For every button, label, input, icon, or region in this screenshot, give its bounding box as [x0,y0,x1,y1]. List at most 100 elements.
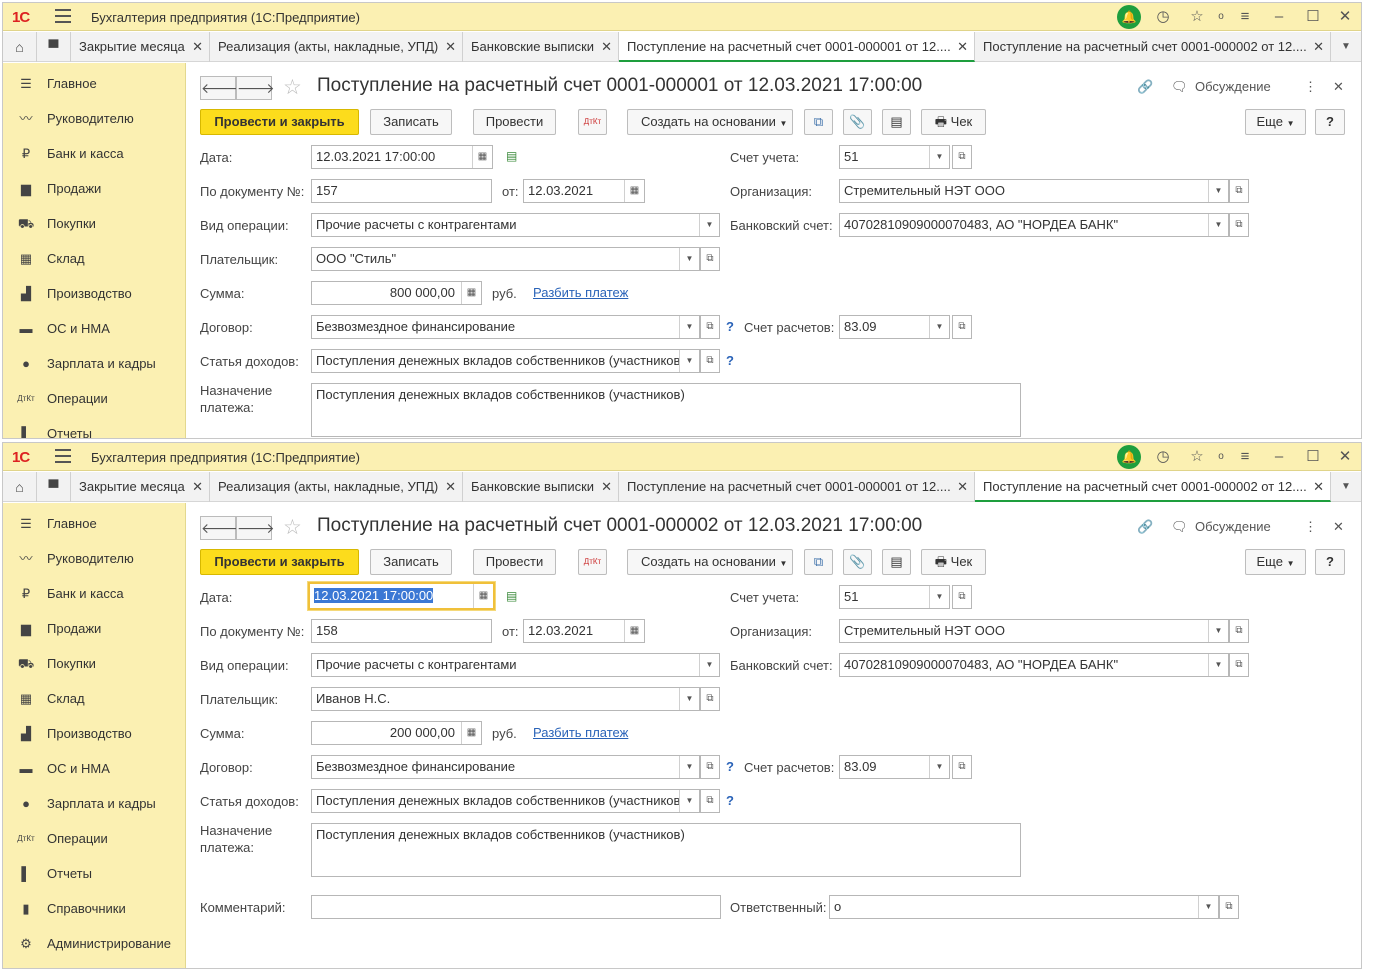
sidebar-item-production[interactable]: ▟ Производство [3,716,186,751]
menu-icon[interactable] [55,9,71,23]
close-icon[interactable]: ✕ [445,32,456,62]
open-icon[interactable]: ⧉ [952,315,972,339]
forward-arrow-icon[interactable]: 🡒 [236,76,275,100]
doc-date-field[interactable]: 12.03.2021 ▦ [523,179,645,203]
calendar-icon[interactable]: ▦ [624,180,644,202]
account-field[interactable]: 51 ▼ [839,585,950,609]
sidebar-item-admin[interactable]: ⚙ Администрирование [3,926,186,961]
sidebar-item-salary[interactable]: ● Зарплата и кадры [3,346,186,381]
tab-bank-statements[interactable]: Банковские выписки ✕ [463,472,619,502]
more-menu-icon[interactable]: ⋮ [1304,519,1317,535]
chat-icon[interactable]: ▀ [37,472,71,502]
doc-no-field[interactable]: 157 [311,179,492,203]
close-icon[interactable]: ✕ [445,472,456,502]
tab-sales[interactable]: Реализация (акты, накладные, УПД) ✕ [210,32,463,62]
history-edit-icon[interactable]: ▤ [506,149,517,163]
open-icon[interactable]: ⧉ [952,145,972,169]
create-based-on-button[interactable]: Создать на основании ▼ [627,549,793,575]
tab-bank-statements[interactable]: Банковские выписки ✕ [463,32,619,62]
maximize-icon[interactable]: ☐ [1303,447,1323,467]
more-menu-icon[interactable]: ⋮ [1304,79,1317,95]
calendar-icon[interactable]: ▦ [472,146,492,168]
settle-account-field[interactable]: 83.09 ▼ [839,755,950,779]
payer-field[interactable]: ООО "Стиль" ▼ [311,247,700,271]
tab-closing[interactable]: Закрытие месяца ✕ [71,32,210,62]
sidebar-item-operations[interactable]: ДтКт Операции [3,821,186,856]
bank-account-field[interactable]: 40702810909000070483, АО "НОРДЕА БАНК" ▼ [839,213,1229,237]
chevron-down-icon[interactable]: ▼ [929,316,949,338]
doc-no-field[interactable]: 158 [311,619,492,643]
chevron-down-icon[interactable]: ▼ [679,316,699,338]
open-icon[interactable]: ⧉ [1229,653,1249,677]
create-based-on-button[interactable]: Создать на основании ▼ [627,109,793,135]
op-type-select[interactable]: Прочие расчеты с контрагентами ▼ [311,213,720,237]
open-icon[interactable]: ⧉ [700,349,720,373]
maximize-icon[interactable]: ☐ [1303,7,1323,27]
settings-lines-icon[interactable]: ≡ [1235,7,1255,27]
chevron-down-icon[interactable]: ▼ [929,586,949,608]
dot-icon[interactable]: o [1211,447,1231,467]
sidebar-item-directories[interactable]: ▮ Справочники [3,891,186,926]
discussion-link[interactable]: Обсуждение [1195,519,1271,534]
sidebar-item-assets[interactable]: ▬ ОС и НМА [3,751,186,786]
post-button[interactable]: Провести [473,549,556,575]
attachment-icon[interactable]: 📎 [843,549,872,575]
save-button[interactable]: Записать [370,549,452,575]
purpose-textarea[interactable]: Поступления денежных вкладов собственник… [311,383,1021,437]
chevron-down-icon[interactable]: ▼ [1208,214,1228,236]
more-button[interactable]: Еще ▼ [1245,549,1306,575]
history-icon[interactable]: ◷ [1153,7,1173,27]
open-icon[interactable]: ⧉ [1229,179,1249,203]
sidebar-item-manager[interactable]: 〰 Руководителю [3,541,186,576]
chevron-down-icon[interactable]: ▼ [1208,180,1228,202]
help-button[interactable]: ? [1315,109,1345,135]
purpose-textarea[interactable]: Поступления денежных вкладов собственник… [311,823,1021,877]
org-field[interactable]: Стремительный НЭТ ООО ▼ [839,619,1229,643]
discussion-link[interactable]: Обсуждение [1195,79,1271,94]
settings-lines-icon[interactable]: ≡ [1235,447,1255,467]
responsible-field[interactable]: о ▼ [829,895,1219,919]
history-edit-icon[interactable]: ▤ [506,589,517,603]
sidebar-item-warehouse[interactable]: ▦ Склад [3,681,186,716]
calculator-icon[interactable]: ▦ [461,282,481,304]
chevron-down-icon[interactable]: ▼ [679,756,699,778]
tab-closing[interactable]: Закрытие месяца ✕ [71,472,210,502]
open-icon[interactable]: ⧉ [700,789,720,813]
favorite-star-icon[interactable]: ☆ [283,515,302,540]
settle-account-field[interactable]: 83.09 ▼ [839,315,950,339]
sidebar-item-manager[interactable]: 〰 Руководителю [3,101,186,136]
split-payment-link[interactable]: Разбить платеж [533,285,628,300]
close-icon[interactable]: ✕ [1313,32,1324,62]
back-arrow-icon[interactable]: 🡐 [200,76,239,100]
sidebar-item-salary[interactable]: ● Зарплата и кадры [3,786,186,821]
star-icon[interactable]: ☆ [1187,447,1207,467]
sidebar-item-purchases[interactable]: ⛟ Покупки [3,646,186,681]
chevron-down-icon[interactable]: ▼ [1208,620,1228,642]
close-form-icon[interactable]: ✕ [1333,79,1344,95]
open-icon[interactable]: ⧉ [952,585,972,609]
contract-field[interactable]: Безвозмездное финансирование ▼ [311,755,700,779]
receipt-check-button[interactable]: 🖶 Чек [921,549,986,575]
calculator-icon[interactable]: ▦ [461,722,481,744]
sidebar-item-assets[interactable]: ▬ ОС и НМА [3,311,186,346]
favorite-star-icon[interactable]: ☆ [283,75,302,100]
chevron-down-icon[interactable]: ▼ [679,688,699,710]
date-field[interactable]: 12.03.2021 17:00:00 ▦ [311,145,493,169]
tab-receipt-2[interactable]: Поступление на расчетный счет 0001-00000… [975,472,1331,502]
discussion-icon[interactable]: 🗨 [1171,79,1188,95]
sum-field[interactable]: 800 000,00 ▦ [311,281,482,305]
home-icon[interactable]: ⌂ [3,472,37,502]
help-question-icon[interactable]: ? [726,319,734,334]
close-icon[interactable]: ✕ [192,32,203,62]
close-icon[interactable]: ✕ [601,32,612,62]
sidebar-item-reports[interactable]: ▌ Отчеты [3,416,186,438]
dt-kt-button-icon[interactable]: ДтКт [578,109,607,135]
sidebar-item-main[interactable]: ☰ Главное [3,66,186,101]
close-icon[interactable]: ✕ [601,472,612,502]
open-icon[interactable]: ⧉ [700,315,720,339]
close-window-icon[interactable]: ✕ [1335,7,1355,27]
home-icon[interactable]: ⌂ [3,32,37,62]
sidebar-item-bank[interactable]: ₽ Банк и касса [3,576,186,611]
back-arrow-icon[interactable]: 🡐 [200,516,239,540]
help-question-icon[interactable]: ? [726,793,734,808]
